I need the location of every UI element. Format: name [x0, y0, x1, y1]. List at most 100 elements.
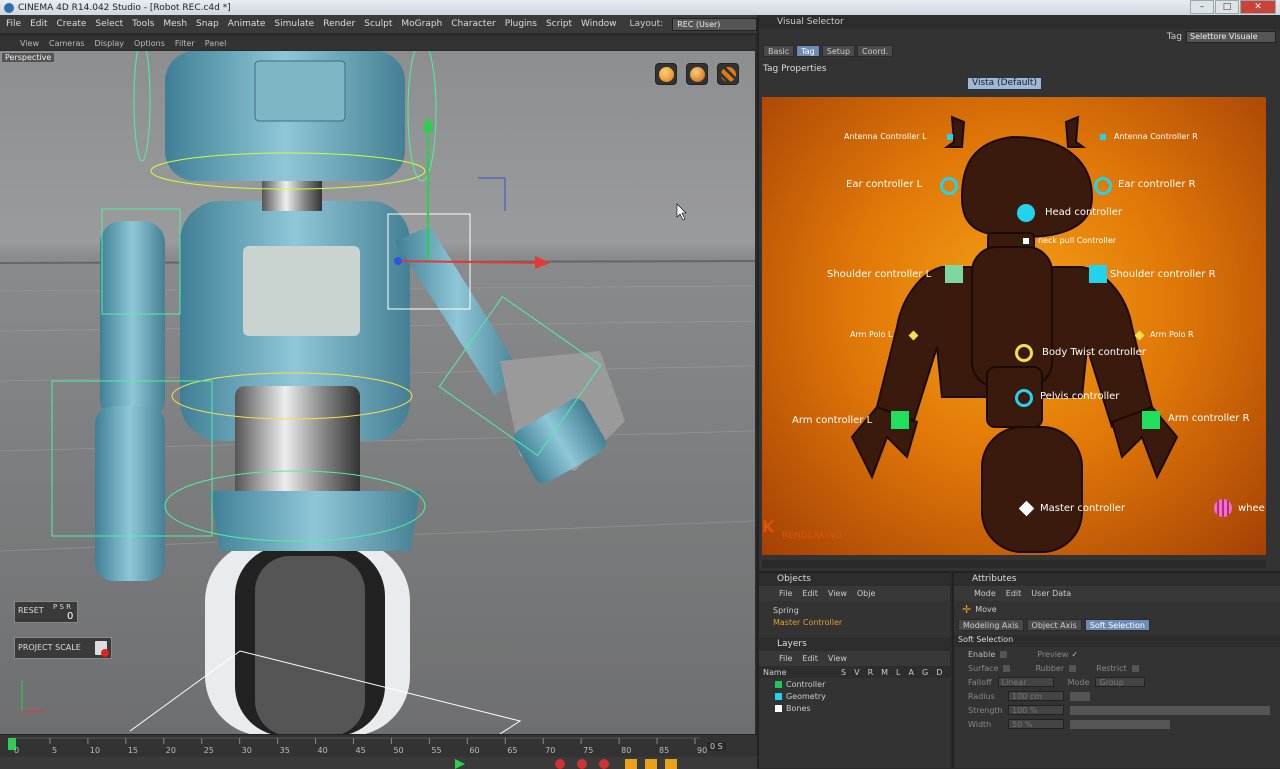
- neck-pull-controller-marker[interactable]: [1023, 238, 1029, 244]
- timeline-end-field[interactable]: 0 S: [707, 742, 726, 751]
- arm-controller-r-marker[interactable]: [1142, 411, 1160, 429]
- vp-menu-filter[interactable]: Filter: [175, 39, 195, 48]
- menu-edit[interactable]: Edit: [30, 19, 47, 29]
- reset-psr-button[interactable]: RESET P S R 0: [14, 601, 78, 623]
- tab-setup[interactable]: Setup: [821, 45, 856, 57]
- canvas-horizontal-scrollbar[interactable]: [762, 560, 1266, 568]
- radius-label: Radius: [968, 691, 995, 701]
- falloff-dropdown[interactable]: Linear: [997, 677, 1054, 687]
- preview-checkbox[interactable]: ✓: [1071, 650, 1078, 659]
- tab-soft-selection[interactable]: Soft Selection: [1084, 619, 1150, 631]
- strength-slider[interactable]: [1070, 705, 1270, 715]
- menu-snap[interactable]: Snap: [196, 19, 219, 29]
- menu-animate[interactable]: Animate: [228, 19, 266, 29]
- attributes-menu-user-data[interactable]: User Data: [1031, 589, 1071, 598]
- render-settings-icon[interactable]: [717, 63, 739, 85]
- pelvis-controller-marker[interactable]: [1015, 389, 1033, 407]
- radius-slider[interactable]: [1070, 691, 1090, 701]
- render-picture-viewer-icon[interactable]: [686, 63, 708, 85]
- width-slider[interactable]: [1070, 719, 1170, 729]
- antenna-controller-r-marker[interactable]: [1100, 134, 1106, 140]
- tab-modeling-axis[interactable]: Modeling Axis: [958, 619, 1024, 631]
- head-controller-marker[interactable]: [1017, 204, 1035, 222]
- psr-label: P S R: [53, 603, 71, 611]
- arm-controller-l-marker[interactable]: [891, 411, 909, 429]
- title-bar: CINEMA 4D R14.042 Studio - [Robot REC.c4…: [0, 0, 1280, 15]
- menu-script[interactable]: Script: [546, 19, 572, 29]
- layer-row-controller[interactable]: Controller: [759, 678, 950, 690]
- menu-window[interactable]: Window: [581, 19, 617, 29]
- objects-menu-view[interactable]: View: [828, 589, 847, 598]
- menu-sculpt[interactable]: Sculpt: [364, 19, 392, 29]
- close-button[interactable]: ✕: [1240, 0, 1276, 14]
- menu-mograph[interactable]: MoGraph: [401, 19, 442, 29]
- mode-dropdown[interactable]: Group: [1095, 677, 1146, 687]
- menu-render[interactable]: Render: [323, 19, 355, 29]
- layers-col-g: G: [921, 667, 929, 677]
- menu-tools[interactable]: Tools: [132, 19, 154, 29]
- menu-file[interactable]: File: [6, 19, 21, 29]
- vp-menu-options[interactable]: Options: [134, 39, 165, 48]
- vp-menu-panel[interactable]: Panel: [205, 39, 227, 48]
- tab-tag[interactable]: Tag: [796, 45, 820, 57]
- render-view-icon[interactable]: [655, 63, 677, 85]
- radius-field[interactable]: 100 cm: [1008, 691, 1064, 701]
- viewport-camera-label[interactable]: Perspective: [2, 53, 55, 62]
- antenna-controller-l-marker[interactable]: [947, 134, 953, 140]
- surface-row: Surface Rubber Restrict: [954, 661, 1280, 675]
- layers-menu-view[interactable]: View: [828, 654, 847, 663]
- menu-mesh[interactable]: Mesh: [163, 19, 187, 29]
- tag-dropdown[interactable]: Selettore Visuale: [1186, 31, 1276, 43]
- strength-field[interactable]: 100 %: [1008, 705, 1064, 715]
- width-field[interactable]: 50 %: [1008, 719, 1064, 729]
- vp-menu-display[interactable]: Display: [95, 39, 125, 48]
- enable-checkbox[interactable]: [1000, 650, 1008, 658]
- shoulder-controller-l-marker[interactable]: [945, 265, 963, 283]
- object-row-spring[interactable]: Spring: [759, 604, 950, 616]
- surface-checkbox[interactable]: [1003, 664, 1011, 672]
- vp-menu-view[interactable]: View: [20, 39, 39, 48]
- timeline-tick-label: 50: [393, 746, 403, 755]
- ear-controller-r-marker[interactable]: [1094, 177, 1112, 195]
- rubber-checkbox[interactable]: [1069, 664, 1077, 672]
- layout-select[interactable]: REC (User): [672, 17, 757, 31]
- restrict-label: Restrict: [1096, 663, 1127, 673]
- shoulder-controller-r-marker[interactable]: [1089, 265, 1107, 283]
- wheel-controller-marker[interactable]: [1214, 499, 1232, 517]
- layers-menu-edit[interactable]: Edit: [802, 654, 818, 663]
- objects-title: Objects: [759, 573, 950, 586]
- restrict-checkbox[interactable]: [1131, 664, 1139, 672]
- layer-row-bones[interactable]: Bones: [759, 702, 950, 714]
- attributes-tabs: Modeling Axis Object Axis Soft Selection: [954, 619, 1280, 631]
- project-scale-icon: [95, 641, 109, 657]
- 3d-viewport[interactable]: Perspective RESET P S R 0 PROJECT SCALE: [0, 51, 755, 734]
- menu-plugins[interactable]: Plugins: [505, 19, 537, 29]
- layer-row-geometry[interactable]: Geometry: [759, 690, 950, 702]
- maximize-button[interactable]: □: [1215, 0, 1239, 14]
- attributes-menu-mode[interactable]: Mode: [974, 589, 996, 598]
- vp-menu-cameras[interactable]: Cameras: [49, 39, 85, 48]
- attributes-menu-edit[interactable]: Edit: [1006, 589, 1022, 598]
- tab-basic[interactable]: Basic: [763, 45, 795, 57]
- ear-controller-l-marker[interactable]: [940, 177, 958, 195]
- minimize-button[interactable]: –: [1190, 0, 1214, 14]
- timeline-tick-label: 60: [469, 746, 479, 755]
- objects-menu-edit[interactable]: Edit: [802, 589, 818, 598]
- object-row-master-controller[interactable]: Master Controller: [759, 616, 950, 628]
- timeline-ruler[interactable]: 0 5 10 15 20 25 30 35 40 45 50 55 60 65 70 75 80 85 90: [0, 735, 757, 769]
- menu-create[interactable]: Create: [57, 19, 87, 29]
- vista-selector-button[interactable]: Vista (Default): [967, 77, 1042, 90]
- menu-simulate[interactable]: Simulate: [274, 19, 314, 29]
- project-scale-button[interactable]: PROJECT SCALE: [14, 637, 112, 659]
- controller-picker-canvas[interactable]: Antenna Controller L Antenna Controller …: [762, 97, 1266, 555]
- tab-coord[interactable]: Coord.: [857, 45, 894, 57]
- menu-select[interactable]: Select: [95, 19, 123, 29]
- layer-color-swatch: [775, 680, 782, 688]
- timeline[interactable]: 0 5 10 15 20 25 30 35 40 45 50 55 60 65 70 75 80 85 90 0 S: [0, 734, 757, 769]
- menu-character[interactable]: Character: [451, 19, 495, 29]
- body-twist-controller-marker[interactable]: [1015, 344, 1033, 362]
- objects-menu-file[interactable]: File: [779, 589, 792, 598]
- layers-menu-file[interactable]: File: [779, 654, 792, 663]
- objects-menu-objects[interactable]: Obje: [857, 589, 876, 598]
- tab-object-axis[interactable]: Object Axis: [1026, 619, 1082, 631]
